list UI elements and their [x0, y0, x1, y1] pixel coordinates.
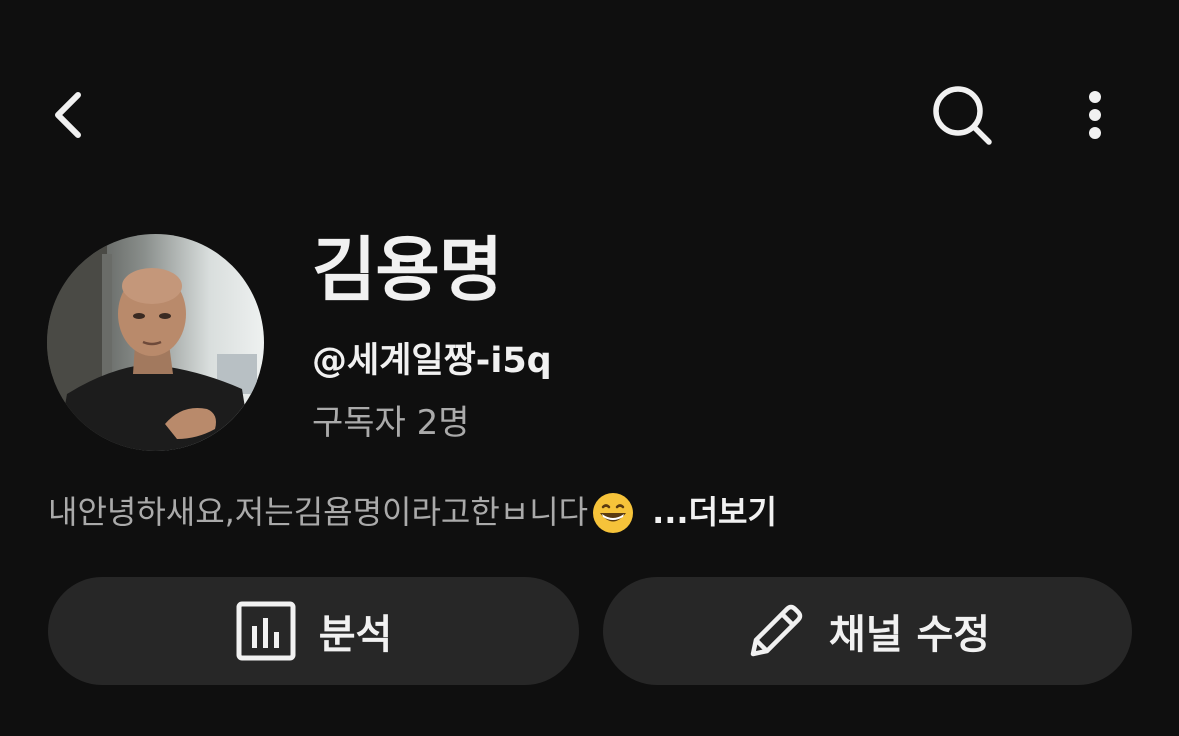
subscriber-count: 구독자 2명 — [312, 403, 470, 443]
channel-name: 김용명 — [312, 229, 503, 311]
analytics-label: 분석 — [318, 612, 393, 658]
search-button[interactable] — [922, 75, 1002, 155]
description-text: 내안녕하새요,저는김욤명이라고한ㅂ니다 — [48, 493, 589, 532]
more-options-button[interactable] — [1055, 75, 1135, 155]
search-icon — [933, 86, 992, 145]
channel-page: 김용명 @세계일짱-i5q 구독자 2명 내안녕하새요,저는김욤명이라고한ㅂ니다… — [0, 0, 1179, 736]
analytics-icon — [236, 601, 296, 661]
grinning-face-icon — [593, 493, 634, 533]
avatar-photo — [47, 234, 264, 451]
more-link[interactable]: ...더보기 — [652, 492, 777, 534]
more-vertical-icon — [1089, 91, 1101, 139]
channel-description[interactable]: 내안녕하새요,저는김욤명이라고한ㅂ니다 ...더보기 — [48, 492, 777, 534]
pencil-icon — [750, 604, 803, 657]
edit-channel-button[interactable]: 채널 수정 — [603, 577, 1132, 685]
chevron-left-icon — [55, 92, 81, 138]
back-button[interactable] — [30, 75, 110, 155]
analytics-button[interactable]: 분석 — [48, 577, 579, 685]
avatar[interactable] — [47, 234, 264, 451]
channel-handle: @세계일짱-i5q — [312, 341, 552, 381]
edit-channel-label: 채널 수정 — [828, 612, 991, 658]
